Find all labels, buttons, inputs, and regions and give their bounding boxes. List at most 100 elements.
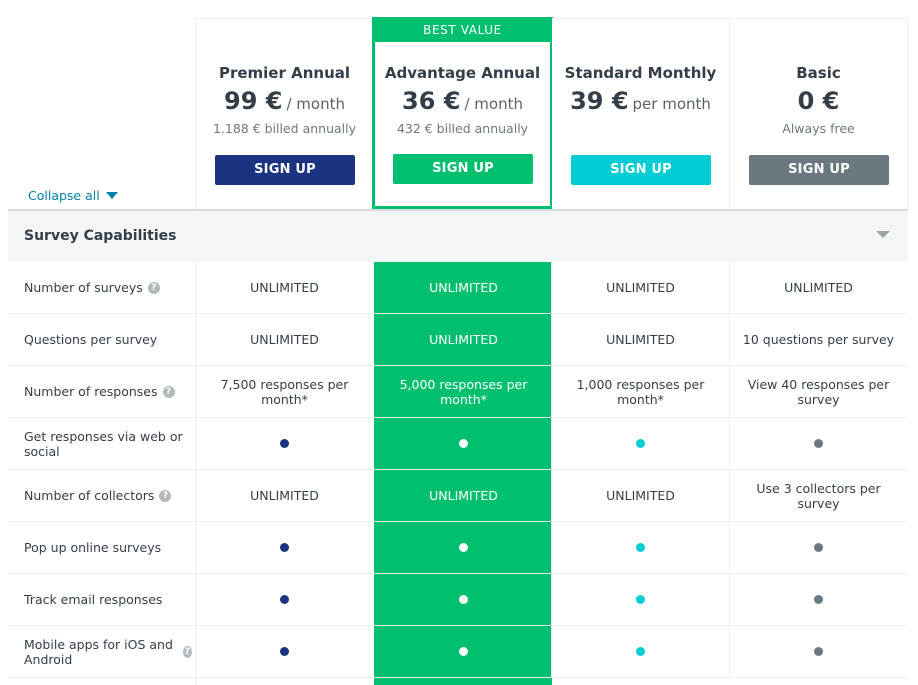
feature-label: Pop up online surveys bbox=[24, 522, 192, 573]
table-cell bbox=[374, 626, 552, 677]
feature-label: Questions per survey bbox=[24, 314, 192, 365]
check-dot-icon bbox=[814, 543, 823, 552]
feature-label-text: Number of surveys bbox=[24, 280, 143, 295]
column-divider bbox=[195, 678, 196, 685]
table-cell: 10 questions per survey bbox=[729, 314, 907, 365]
cell-value: 5,000 responses per month* bbox=[399, 376, 528, 407]
help-icon[interactable]: ? bbox=[162, 385, 175, 398]
cell-value: View 40 responses per survey bbox=[747, 376, 890, 407]
price-amount: 36 € bbox=[402, 87, 461, 115]
caret-down-icon bbox=[105, 192, 118, 199]
cell-value: UNLIMITED bbox=[429, 488, 498, 503]
sign-up-button-basic[interactable]: SIGN UP bbox=[749, 155, 889, 185]
table-cell bbox=[551, 574, 729, 625]
help-icon[interactable]: ? bbox=[159, 489, 172, 502]
feature-label: Track email responses bbox=[24, 574, 192, 625]
plan-name: Standard Monthly bbox=[564, 64, 717, 82]
feature-label-text: Track email responses bbox=[24, 592, 163, 607]
help-icon[interactable]: ? bbox=[147, 281, 160, 294]
check-dot-icon bbox=[814, 647, 823, 656]
cell-value: UNLIMITED bbox=[784, 280, 853, 295]
check-dot-icon bbox=[459, 595, 468, 604]
plan-card-premier-annual: Premier Annual 99 € / month 1.188 € bille… bbox=[195, 18, 374, 209]
help-icon[interactable]: ? bbox=[182, 645, 192, 658]
table-cell bbox=[374, 574, 552, 625]
plan-price: 39 € per month bbox=[552, 87, 729, 115]
cell-value: UNLIMITED bbox=[250, 488, 319, 503]
table-cell bbox=[374, 418, 552, 469]
cell-value: UNLIMITED bbox=[606, 332, 675, 347]
price-period: / month bbox=[286, 95, 345, 113]
check-dot-icon bbox=[280, 439, 289, 448]
table-cell bbox=[551, 626, 729, 677]
plan-billing: 432 € billed annually bbox=[396, 121, 529, 136]
feature-label: Number of responses? bbox=[24, 366, 192, 417]
table-cell bbox=[374, 522, 552, 573]
feature-label-text: Questions per survey bbox=[24, 332, 158, 347]
plan-billing: 1.188 € billed annually bbox=[212, 121, 357, 136]
table-cell: UNLIMITED bbox=[374, 314, 552, 365]
section-header-survey-capabilities[interactable]: Survey Capabilities bbox=[8, 209, 908, 262]
table-cell bbox=[729, 574, 907, 625]
feature-label: Number of surveys? bbox=[24, 262, 192, 313]
table-cell: 5,000 responses per month* bbox=[374, 366, 552, 417]
table-cell bbox=[195, 626, 373, 677]
table-cell: UNLIMITED bbox=[195, 262, 373, 313]
table-row: Number of collectors? UNLIMITED UNLIMITED U… bbox=[8, 470, 908, 522]
table-cell: UNLIMITED bbox=[551, 470, 729, 521]
feature-label-text: Pop up online surveys bbox=[24, 540, 162, 555]
table-cell: UNLIMITED bbox=[195, 470, 373, 521]
table-cell: 7,500 responses per month* bbox=[195, 366, 373, 417]
table-row: Questions per survey UNLIMITED UNLIMITED UN… bbox=[8, 314, 908, 366]
check-dot-icon bbox=[459, 543, 468, 552]
table-cell bbox=[195, 418, 373, 469]
sign-up-button-premier[interactable]: SIGN UP bbox=[215, 155, 355, 185]
check-dot-icon bbox=[459, 439, 468, 448]
plan-price: 36 € / month bbox=[375, 87, 550, 115]
check-dot-icon bbox=[459, 647, 468, 656]
cell-value: UNLIMITED bbox=[606, 488, 675, 503]
feature-label: Mobile apps for iOS and Android? bbox=[24, 626, 192, 677]
price-period: / month bbox=[464, 95, 523, 113]
check-dot-icon bbox=[636, 543, 645, 552]
check-dot-icon bbox=[814, 439, 823, 448]
table-cell: UNLIMITED bbox=[195, 314, 373, 365]
table-row: Pop up online surveys bbox=[8, 522, 908, 574]
table-cell bbox=[551, 522, 729, 573]
section-title: Survey Capabilities bbox=[24, 228, 177, 244]
cell-value: Use 3 collectors per survey bbox=[756, 480, 881, 511]
table-cell: UNLIMITED bbox=[729, 262, 907, 313]
collapse-all-label: Collapse all bbox=[28, 188, 100, 203]
best-value-badge: BEST VALUE bbox=[375, 17, 550, 42]
table-cell bbox=[729, 626, 907, 677]
table-cell bbox=[195, 522, 373, 573]
cell-value: 7,500 responses per month* bbox=[220, 376, 349, 407]
check-dot-icon bbox=[636, 439, 645, 448]
table-cell bbox=[195, 574, 373, 625]
plan-price: 0 € bbox=[730, 87, 907, 115]
sign-up-button-standard[interactable]: SIGN UP bbox=[571, 155, 711, 185]
table-cell bbox=[551, 418, 729, 469]
table-cell bbox=[729, 522, 907, 573]
plan-card-standard-monthly: Standard Monthly 39 € per month SIGN UP bbox=[552, 18, 730, 209]
collapse-all-link[interactable]: Collapse all bbox=[28, 188, 118, 203]
table-cell: UNLIMITED bbox=[551, 262, 729, 313]
price-amount: 39 € bbox=[570, 87, 629, 115]
table-row: Mobile apps for iOS and Android? bbox=[8, 626, 908, 678]
chevron-down-icon[interactable] bbox=[876, 231, 890, 238]
plan-name: Premier Annual bbox=[218, 64, 351, 82]
price-period: per month bbox=[632, 95, 711, 113]
feature-label-text: Mobile apps for iOS and Android bbox=[24, 636, 173, 667]
table-cell: View 40 responses per survey bbox=[729, 366, 907, 417]
sign-up-button-advantage[interactable]: SIGN UP bbox=[393, 154, 533, 184]
plan-price: 99 € / month bbox=[196, 87, 373, 115]
plan-billing: Always free bbox=[782, 121, 855, 136]
feature-label: Number of collectors? bbox=[24, 470, 192, 521]
featured-column-tail bbox=[374, 678, 552, 685]
cell-value: 10 questions per survey bbox=[742, 332, 895, 347]
check-dot-icon bbox=[280, 595, 289, 604]
price-amount: 0 € bbox=[797, 87, 840, 115]
check-dot-icon bbox=[636, 595, 645, 604]
plan-name: Basic bbox=[796, 64, 841, 82]
plan-name: Advantage Annual bbox=[384, 64, 541, 82]
